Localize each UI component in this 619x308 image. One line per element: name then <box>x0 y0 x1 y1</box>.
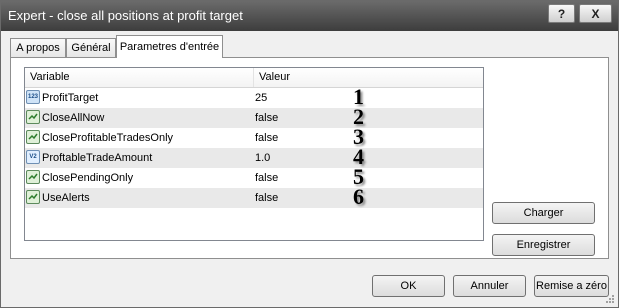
table-row[interactable]: 123 ProfitTarget 25 1 <box>25 84 483 109</box>
close-button[interactable]: X <box>579 4 612 23</box>
variable-value[interactable]: false <box>255 128 278 148</box>
column-header-variable[interactable]: Variable <box>25 68 253 87</box>
boolean-icon <box>26 130 40 144</box>
variable-value[interactable]: false <box>255 108 278 128</box>
table-row[interactable]: CloseAllNow false 2 <box>25 104 483 129</box>
variable-value[interactable]: 1.0 <box>255 148 270 168</box>
double-icon: V2 <box>26 150 40 164</box>
table-row[interactable]: CloseProfitableTradesOnly false 3 <box>25 124 483 149</box>
save-button[interactable]: Enregistrer <box>492 234 595 256</box>
integer-icon: 123 <box>26 90 40 104</box>
cancel-button[interactable]: Annuler <box>453 275 526 297</box>
variable-name: ClosePendingOnly <box>42 172 134 184</box>
tab-a-propos[interactable]: A propos <box>10 38 66 57</box>
tab-general[interactable]: Général <box>66 38 116 57</box>
reset-button[interactable]: Remise a zéro <box>534 275 609 297</box>
table-row[interactable]: ClosePendingOnly false 5 <box>25 164 483 189</box>
boolean-icon <box>26 170 40 184</box>
variable-name: ProftableTradeAmount <box>42 152 153 164</box>
parameters-grid: Variable Valeur 123 ProfitTarget 25 1 Cl… <box>24 67 484 241</box>
title-bar[interactable]: Expert - close all positions at profit t… <box>1 1 618 31</box>
variable-name: ProfitTarget <box>42 92 99 104</box>
help-button[interactable]: ? <box>548 4 575 23</box>
variable-name: UseAlerts <box>42 192 90 204</box>
integer-icon-text: 123 <box>27 94 38 100</box>
variable-name: CloseAllNow <box>42 112 105 124</box>
column-header-value[interactable]: Valeur <box>254 68 483 87</box>
resize-grip-icon[interactable] <box>605 294 615 304</box>
load-button[interactable]: Charger <box>492 202 595 224</box>
window-title: Expert - close all positions at profit t… <box>8 8 243 23</box>
variable-name: CloseProfitableTradesOnly <box>42 132 174 144</box>
boolean-icon <box>26 110 40 124</box>
tab-parametres-entree[interactable]: Parametres d'entrée <box>116 35 223 58</box>
variable-value[interactable]: false <box>255 188 278 208</box>
table-row[interactable]: V2 ProftableTradeAmount 1.0 4 <box>25 144 483 169</box>
variable-value[interactable]: 25 <box>255 88 267 108</box>
grid-header: Variable Valeur <box>25 68 483 88</box>
table-row[interactable]: UseAlerts false 6 <box>25 184 483 209</box>
annotation-number: 6 <box>353 184 364 209</box>
boolean-icon <box>26 190 40 204</box>
dialog-window: Expert - close all positions at profit t… <box>0 0 619 308</box>
ok-button[interactable]: OK <box>372 275 445 297</box>
variable-value[interactable]: false <box>255 168 278 188</box>
double-icon-text: V2 <box>29 154 37 160</box>
